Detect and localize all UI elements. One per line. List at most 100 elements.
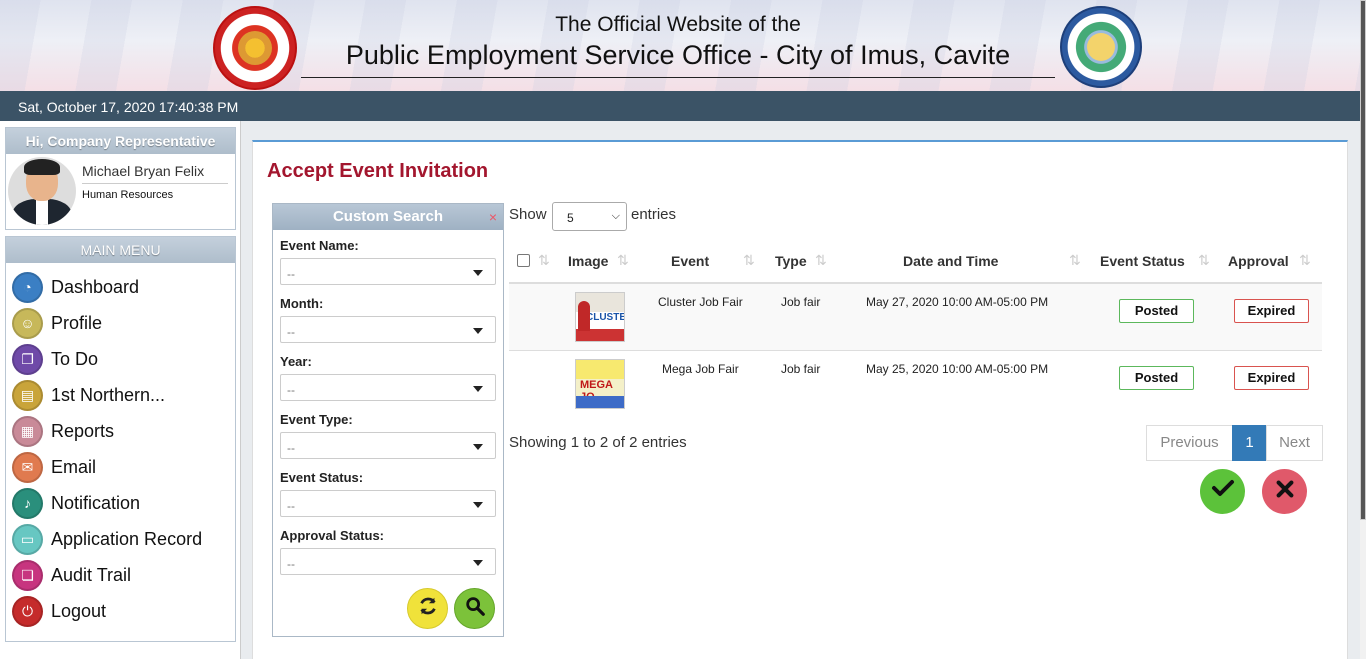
menu-item-profile[interactable]: ☺ Profile	[12, 307, 232, 339]
filter-select-value: --	[287, 499, 295, 513]
column-header-approval[interactable]: Approval	[1228, 253, 1289, 269]
show-label: Show	[509, 206, 547, 223]
menu-item-label: To Do	[51, 348, 99, 369]
search-button[interactable]	[454, 588, 495, 629]
menu-item-label: Notification	[51, 492, 141, 513]
user-name: Michael Bryan Felix	[82, 163, 228, 184]
column-header-type[interactable]: Type	[775, 253, 807, 269]
event-datetime: May 27, 2020 10:00 AM-05:00 PM	[866, 295, 1049, 309]
email-icon: ✉	[12, 451, 43, 483]
dashboard-icon: ◔	[12, 271, 43, 303]
filter-label: Month:	[280, 296, 324, 311]
caret-down-icon	[473, 444, 483, 450]
filter-select[interactable]: --	[280, 432, 496, 459]
sort-icon[interactable]: ⇅	[1198, 252, 1210, 269]
chevron-down-icon: ⌵	[611, 210, 620, 222]
table-row[interactable]: CLUSTER Cluster Job Fair Job fair May 27…	[509, 284, 1322, 350]
column-header-image[interactable]: Image	[568, 253, 608, 269]
entries-length-select[interactable]: 5 ⌵	[552, 202, 627, 231]
menu-item-label: Logout	[51, 600, 107, 621]
event-image[interactable]: CLUSTER	[575, 292, 625, 342]
column-header-event[interactable]: Event	[671, 253, 709, 269]
sort-icon[interactable]: ⇅	[743, 252, 755, 269]
caret-down-icon	[473, 270, 483, 276]
filter-label: Year:	[280, 354, 312, 369]
sort-icon[interactable]: ⇅	[1069, 252, 1081, 269]
reject-button[interactable]	[1262, 469, 1307, 514]
sort-icon[interactable]: ⇅	[1299, 252, 1311, 269]
todo-icon: ❐	[12, 343, 43, 375]
main-menu: MAIN MENU ◔ Dashboard ☺ Profile ❐ To Do ▤ 1st N…	[5, 236, 236, 642]
menu-item-to-do[interactable]: ❐ To Do	[12, 343, 232, 375]
avatar	[8, 157, 76, 225]
sort-icon[interactable]: ⇅	[617, 252, 629, 269]
menu-item-reports[interactable]: ▦ Reports	[12, 415, 232, 447]
menu-item-label: Email	[51, 456, 97, 477]
site-subtitle: The Official Website of the	[555, 13, 801, 36]
user-greeting: Hi, Company Representative	[6, 128, 235, 154]
status-badge: Posted	[1119, 366, 1194, 390]
page-scrollbar[interactable]	[1360, 0, 1366, 659]
filter-select-value: --	[287, 267, 295, 281]
filter-select[interactable]: --	[280, 374, 496, 401]
column-header-event-status[interactable]: Event Status	[1100, 253, 1185, 269]
entries-label: entries	[631, 206, 677, 223]
bookmark-icon: ▭	[12, 523, 43, 555]
caret-down-icon	[473, 560, 483, 566]
filter-label: Event Name:	[280, 238, 359, 253]
event-name: Cluster Job Fair	[658, 295, 743, 309]
menu-item-label: Dashboard	[51, 276, 140, 297]
title-underline	[301, 77, 1055, 78]
check-icon	[1211, 476, 1235, 507]
user-role: Human Resources	[82, 189, 174, 201]
approval-badge: Expired	[1234, 366, 1309, 390]
caret-down-icon	[473, 502, 483, 508]
approval-badge: Expired	[1234, 299, 1309, 323]
page-title: Accept Event Invitation	[267, 160, 489, 182]
caret-down-icon	[473, 328, 483, 334]
filter-label: Approval Status:	[280, 528, 385, 543]
menu-item-notification[interactable]: ♪ Notification	[12, 487, 232, 519]
filter-select-value: --	[287, 441, 295, 455]
filter-select[interactable]: --	[280, 258, 496, 285]
copy-icon: ❏	[12, 559, 43, 591]
sort-icon[interactable]: ⇅	[538, 252, 550, 269]
filter-select[interactable]: --	[280, 316, 496, 343]
menu-item-label: 1st Northern...	[51, 384, 166, 405]
filter-label: Event Status:	[280, 470, 364, 485]
filter-select-value: --	[287, 325, 295, 339]
scrollbar-thumb[interactable]	[1360, 0, 1366, 520]
filter-label: Event Type:	[280, 412, 353, 427]
menu-item-1st-northern[interactable]: ▤ 1st Northern...	[12, 379, 232, 411]
table-row[interactable]: MEGA JO Mega Job Fair Job fair May 25, 2…	[509, 351, 1322, 417]
menu-item-dashboard[interactable]: ◔ Dashboard	[12, 271, 232, 303]
close-icon[interactable]: ×	[489, 204, 497, 230]
event-name: Mega Job Fair	[662, 362, 739, 376]
event-image[interactable]: MEGA JO	[575, 359, 625, 409]
filter-select[interactable]: --	[280, 548, 496, 575]
menu-item-application-record[interactable]: ▭ Application Record	[12, 523, 232, 555]
caret-down-icon	[473, 386, 483, 392]
entries-length-value: 5	[567, 211, 574, 225]
page-1-button[interactable]: 1	[1232, 425, 1267, 461]
menu-item-logout[interactable]: ⏻ Logout	[12, 595, 232, 627]
column-header-date-time[interactable]: Date and Time	[903, 253, 998, 269]
menu-item-email[interactable]: ✉ Email	[12, 451, 232, 483]
accept-button[interactable]	[1200, 469, 1245, 514]
sort-icon[interactable]: ⇅	[815, 252, 827, 269]
main-menu-header: MAIN MENU	[6, 237, 235, 263]
previous-button[interactable]: Previous	[1146, 425, 1233, 461]
site-header: The Official Website of the Public Emplo…	[0, 0, 1366, 91]
reports-icon: ▦	[12, 415, 43, 447]
select-all-checkbox[interactable]	[517, 254, 530, 267]
custom-search-panel: Custom Search × Event Name: -- Month: -- Yea…	[272, 203, 504, 637]
status-badge: Posted	[1119, 299, 1194, 323]
bell-icon: ♪	[12, 487, 43, 519]
filter-select[interactable]: --	[280, 490, 496, 517]
custom-search-title: Custom Search	[332, 208, 444, 225]
menu-item-label: Reports	[51, 420, 115, 441]
refresh-button[interactable]	[407, 588, 448, 629]
user-card: Hi, Company Representative Michael Bryan…	[5, 127, 236, 230]
next-button[interactable]: Next	[1266, 425, 1323, 461]
menu-item-audit-trail[interactable]: ❏ Audit Trail	[12, 559, 232, 591]
